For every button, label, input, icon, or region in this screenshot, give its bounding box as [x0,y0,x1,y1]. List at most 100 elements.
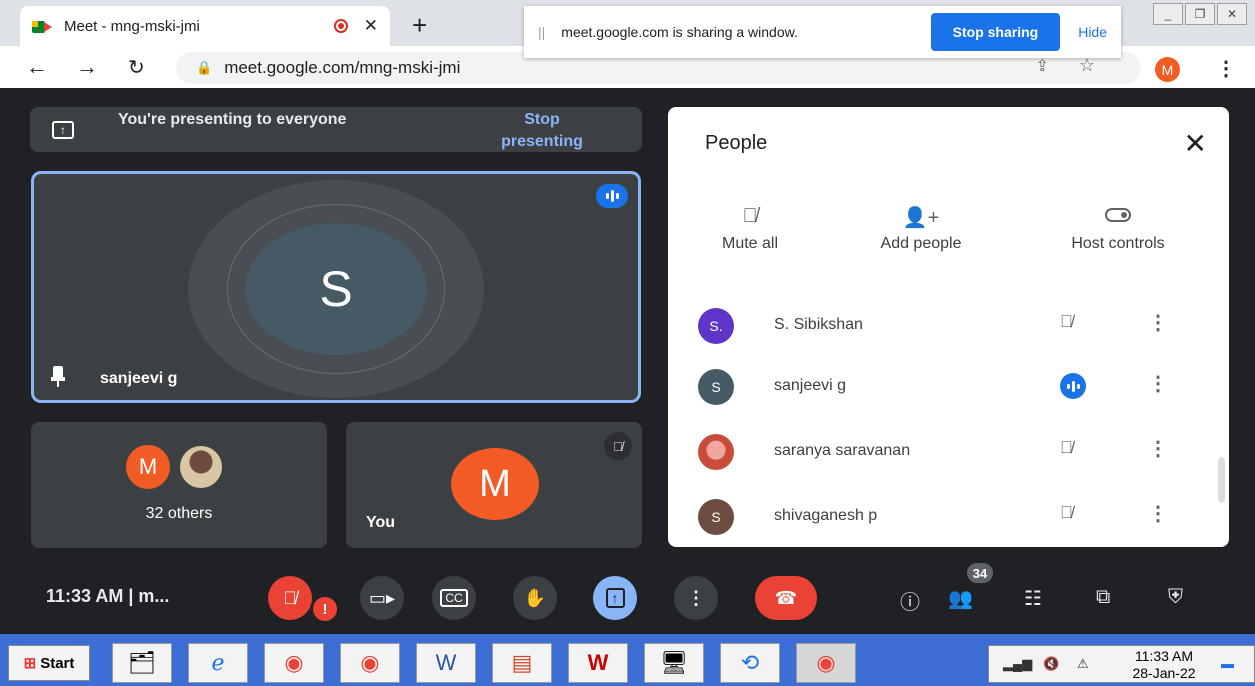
close-window-button[interactable]: ✕ [1217,3,1247,25]
internet-explorer-icon[interactable]: ℯ [188,643,248,683]
wps-office-icon[interactable]: W [568,643,628,683]
screen: Meet - mng-mski-jmi ✕ + _ ❐ ✕ ← → ↻ 🔒 me… [0,0,1255,686]
scrollbar[interactable] [1218,457,1225,503]
bookmark-star-icon[interactable]: ☆ [1079,55,1095,76]
speaking-indicator-icon [1060,373,1086,399]
people-panel: People ✕ 🎙̸ Mute all 👤+ Add people Host … [668,107,1229,547]
forward-arrow-icon[interactable]: → [76,54,98,80]
host-controls-icon[interactable]: ⛨ [1168,586,1183,609]
pin-icon[interactable] [51,366,65,387]
avatar: S [245,223,427,355]
mic-off-icon: 🎙̸ [604,432,632,460]
volume-muted-icon[interactable]: 🔇 [1043,656,1059,672]
mic-off-icon: 🎙̸ [283,587,297,608]
more-options-icon[interactable]: ⋮ [1148,310,1168,335]
add-person-icon: 👤+ [902,207,940,229]
participant-row[interactable]: S shivaganesh p 🎙̸ ⋮ [668,487,1213,547]
new-tab-button[interactable]: + [412,10,427,41]
hang-up-icon: ☎ [774,587,798,608]
avatar: S [698,499,734,535]
minimize-button[interactable]: _ [1153,3,1183,25]
camera-icon: ▭▸ [368,587,396,608]
recording-icon [333,19,348,33]
camera-toggle-button[interactable]: ▭▸ [360,576,404,620]
people-icon[interactable]: 👥 [948,586,973,611]
more-options-button[interactable]: ⋮ [674,576,718,620]
present-button[interactable]: ↑ [593,576,637,620]
restore-button[interactable]: ❐ [1185,3,1215,25]
mic-off-icon[interactable]: 🎙̸ [1060,312,1073,332]
network-error-icon[interactable]: ⚠ [1077,656,1089,672]
present-screen-icon: ↑ [605,588,625,608]
speaker-name: sanjeevi g [100,370,178,387]
drag-handle-icon[interactable]: || [538,24,545,40]
meet-favicon-icon [32,19,52,33]
more-options-icon[interactable]: ⋮ [1148,501,1168,526]
meeting-clock: 11:33 AM | m... [46,586,170,606]
participant-name: saranya saravanan [774,442,911,459]
action-label: Add people [880,235,962,252]
chrome-profile-icon[interactable]: ◉ [340,643,400,683]
powerpoint-icon[interactable]: ▤ [492,643,552,683]
word-icon[interactable]: W [416,643,476,683]
app-icon[interactable]: ⟲ [720,643,780,683]
close-icon[interactable]: ✕ [1184,127,1207,160]
others-tile[interactable]: M 32 others [31,422,327,548]
warning-icon: ! [311,595,339,623]
meeting-info-icon[interactable]: ⓘ [900,586,920,615]
toggle-icon [1048,205,1188,235]
mic-toggle-button[interactable]: 🎙̸ [268,576,312,620]
browser-menu-icon[interactable]: ⋮ [1216,56,1236,81]
more-options-icon[interactable]: ⋮ [1148,436,1168,461]
start-button[interactable]: ⊞ Start [8,645,90,681]
captions-icon: CC [440,589,468,607]
presenting-message: You're presenting to everyone [118,111,347,128]
self-tile[interactable]: M 🎙̸ You [346,422,642,548]
hide-button[interactable]: Hide [1078,24,1107,40]
chrome-icon[interactable]: ◉ [264,643,324,683]
show-desktop-icon[interactable]: ▬ [1221,656,1234,671]
presenting-banner: ↑ You're presenting to everyone Stop pre… [30,107,642,152]
main-speaker-tile[interactable]: S sanjeevi g [31,171,641,403]
mic-off-icon[interactable]: 🎙̸ [1060,438,1073,458]
mute-all-button[interactable]: 🎙̸ Mute all [704,205,796,253]
add-people-button[interactable]: 👤+ Add people [856,205,986,253]
speaking-indicator-icon [596,184,628,208]
participant-photo [178,444,224,490]
signal-icon[interactable]: ▂▄▆ [1003,656,1032,672]
avatar: M [126,445,170,489]
tray-time: 11:33 AM [1134,648,1194,664]
back-arrow-icon[interactable]: ← [26,54,48,80]
file-explorer-icon[interactable]: 🗂 [112,643,172,683]
profile-avatar[interactable]: M [1155,57,1180,82]
browser-tab[interactable]: Meet - mng-mski-jmi ✕ [20,6,390,46]
participant-row[interactable]: S sanjeevi g ⋮ [668,357,1213,419]
tab-close-icon[interactable]: ✕ [364,16,378,36]
end-call-button[interactable]: ☎ [755,576,817,620]
host-controls-button[interactable]: Host controls [1048,205,1188,253]
participant-row[interactable]: S. S. Sibikshan 🎙̸ ⋮ [668,296,1213,358]
stop-sharing-button[interactable]: Stop sharing [930,13,1061,51]
url-text: meet.google.com/mng-mski-jmi [224,58,461,77]
tab-title: Meet - mng-mski-jmi [64,17,200,35]
stop-presenting-button[interactable]: Stop presenting [484,109,600,153]
action-label: Host controls [1071,235,1165,252]
reload-icon[interactable]: ↻ [128,55,145,80]
more-options-icon[interactable]: ⋮ [1148,371,1168,396]
network-computer-icon[interactable]: 🖥 [644,643,704,683]
share-page-icon[interactable]: ⇪ [1036,56,1049,76]
lock-icon: 🔒 [196,60,213,75]
mic-off-icon: 🎙̸ [742,205,758,227]
chrome-active-icon[interactable]: ◉ [796,643,856,683]
more-options-icon: ⋮ [687,587,705,608]
participant-row[interactable]: saranya saravanan 🎙̸ ⋮ [668,422,1213,484]
avatar: S [698,369,734,405]
participant-name: sanjeevi g [774,377,847,394]
participant-count-badge: 34 [967,563,993,583]
chat-icon[interactable]: ☷ [1024,586,1042,611]
raise-hand-button[interactable]: ✋ [513,576,557,620]
tray-clock[interactable]: 11:33 AM 28-Jan-22 [1127,648,1201,682]
mic-off-icon[interactable]: 🎙̸ [1060,503,1073,523]
captions-button[interactable]: CC [432,576,476,620]
activities-icon[interactable]: ⧉ [1096,586,1110,609]
